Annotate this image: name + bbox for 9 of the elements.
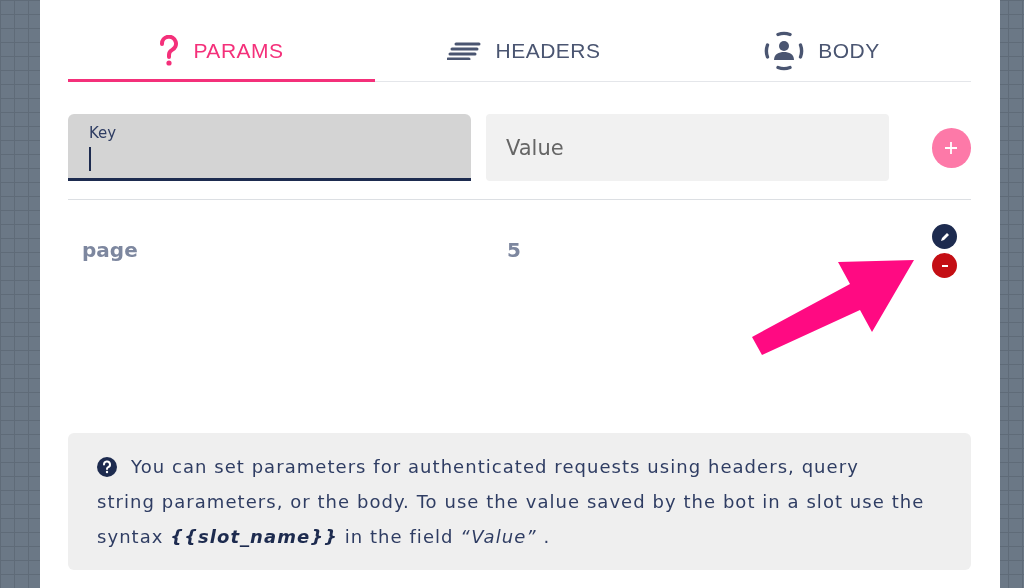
key-field[interactable]: Key bbox=[68, 114, 471, 181]
param-key: page bbox=[82, 238, 507, 262]
tab[interactable]: HEADERS bbox=[375, 22, 673, 82]
tab[interactable]: PARAMS bbox=[68, 22, 375, 82]
info-text: You can set parameters for authenticated requests using headers, query bbox=[131, 455, 859, 479]
value-field[interactable]: Value bbox=[486, 114, 889, 181]
tab[interactable]: BODY bbox=[673, 22, 971, 82]
param-value: 5 bbox=[507, 238, 521, 262]
info-text: string parameters, or the body. To use the value saved by the bot in a slot use the syntax {{slot_name}} in the field “Value” . bbox=[97, 490, 926, 549]
